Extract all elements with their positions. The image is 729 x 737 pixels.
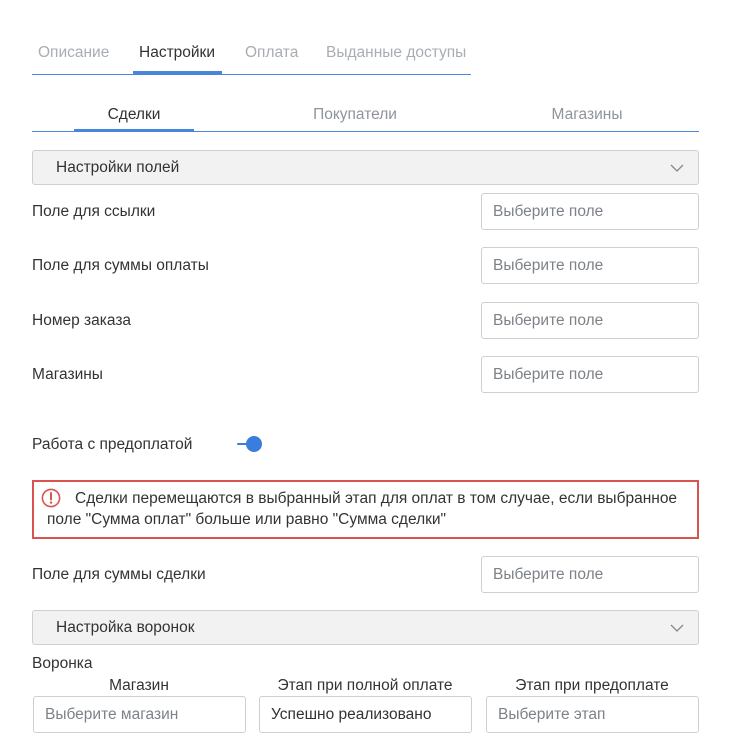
prepayment-stage-label: Этап при предоплате <box>515 677 669 694</box>
shops-field-select[interactable]: Выберите поле <box>481 356 699 393</box>
active-tab-indicator <box>133 71 222 74</box>
order-number-label: Номер заказа <box>32 312 132 329</box>
shop-select-value: Выберите магазин <box>45 706 179 723</box>
full-payment-stage-select[interactable]: Успешно реализовано <box>259 696 472 733</box>
payment-sum-field-select[interactable]: Выберите поле <box>481 247 699 284</box>
funnel-group-label: Воронка <box>32 655 93 672</box>
prepayment-stage-select[interactable]: Выберите этап <box>486 696 699 733</box>
prepayment-stage-value: Выберите этап <box>498 706 606 723</box>
shop-column-label: Магазин <box>109 677 169 694</box>
main-tabs: Описание Настройки Оплата Выданные досту… <box>32 38 471 75</box>
funnels-settings-title: Настройка воронок <box>56 619 195 636</box>
subtab-buyers[interactable]: Покупатели <box>313 106 397 124</box>
link-field-select[interactable]: Выберите поле <box>481 193 699 230</box>
sub-tabs: Сделки Покупатели Магазины <box>32 98 699 132</box>
active-subtab-indicator <box>74 129 194 132</box>
order-number-placeholder: Выберите поле <box>493 312 604 329</box>
chevron-down-icon <box>670 164 684 172</box>
prepayment-label: Работа с предоплатой <box>32 436 193 453</box>
alert-message: Сделки перемещаются в выбранный этап для… <box>47 490 678 528</box>
tab-settings[interactable]: Настройки <box>139 44 215 62</box>
warning-alert: Сделки перемещаются в выбранный этап для… <box>32 480 699 539</box>
shops-field-label: Магазины <box>32 366 103 383</box>
payment-sum-field-placeholder: Выберите поле <box>493 257 604 274</box>
deal-sum-field-label: Поле для суммы сделки <box>32 566 206 583</box>
order-number-select[interactable]: Выберите поле <box>481 302 699 339</box>
full-payment-stage-value: Успешно реализовано <box>271 706 432 723</box>
subtab-deals[interactable]: Сделки <box>108 106 161 124</box>
link-field-label: Поле для ссылки <box>32 203 156 220</box>
chevron-down-icon <box>670 624 684 632</box>
deal-sum-field-placeholder: Выберите поле <box>493 566 604 583</box>
deal-sum-field-select[interactable]: Выберите поле <box>481 556 699 593</box>
payment-sum-field-label: Поле для суммы оплаты <box>32 257 209 274</box>
link-field-placeholder: Выберите поле <box>493 203 604 220</box>
tab-description[interactable]: Описание <box>38 44 109 62</box>
shops-field-placeholder: Выберите поле <box>493 366 604 383</box>
prepayment-toggle[interactable] <box>237 434 265 454</box>
tab-payment[interactable]: Оплата <box>245 44 298 62</box>
fields-settings-title: Настройки полей <box>56 159 180 176</box>
full-payment-stage-label: Этап при полной оплате <box>277 677 453 694</box>
toggle-knob <box>246 436 262 452</box>
funnels-settings-header[interactable]: Настройка воронок <box>32 610 699 645</box>
tab-issued-access[interactable]: Выданные доступы <box>326 44 466 62</box>
fields-settings-header[interactable]: Настройки полей <box>32 150 699 185</box>
shop-select[interactable]: Выберите магазин <box>33 696 246 733</box>
subtab-shops[interactable]: Магазины <box>552 106 623 124</box>
